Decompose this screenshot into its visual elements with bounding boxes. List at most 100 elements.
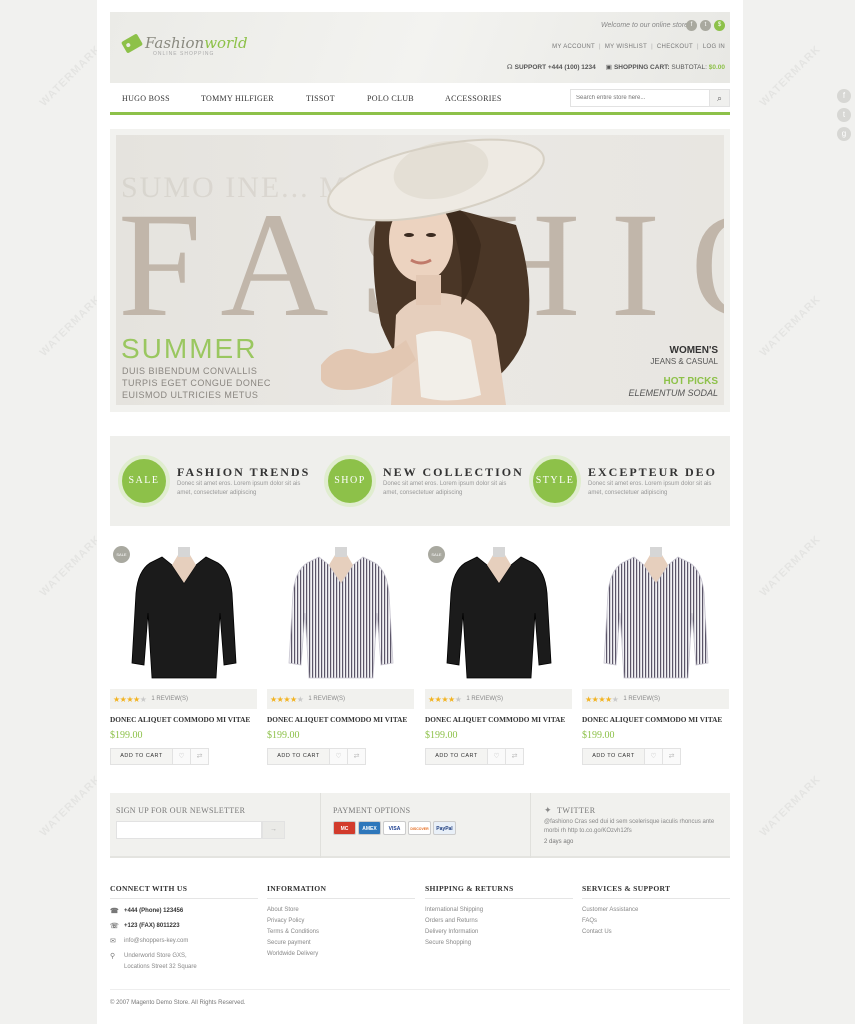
support-phone: SUPPORT +444 (100) 1234 <box>514 64 596 71</box>
womens-title: WOMEN'S <box>669 345 719 356</box>
product-name[interactable]: DONEC ALIQUET COMMODO MI VITAE <box>582 715 722 724</box>
login-link[interactable]: LOG IN <box>703 44 725 50</box>
divider <box>320 793 321 858</box>
rating-bar: ★★★★★ 1 REVIEW(S) <box>110 689 257 709</box>
summer-line: EUISMOD ULTRICIES METUS <box>122 390 259 400</box>
compare-button[interactable]: ⇄ <box>348 748 366 765</box>
product-name[interactable]: DONEC ALIQUET COMMODO MI VITAE <box>110 715 250 724</box>
tweet-text[interactable]: @fashiono Cras sed dui id sem scelerisqu… <box>544 818 728 836</box>
footer-link[interactable]: International Shipping <box>425 905 573 916</box>
search-button[interactable]: ⌕ <box>709 90 729 106</box>
heart-icon: ♡ <box>493 753 500 760</box>
product-name[interactable]: DONEC ALIQUET COMMODO MI VITAE <box>425 715 565 724</box>
product-card[interactable]: ★★★★★ 1 REVIEW(S) DONEC ALIQUET COMMODO MI… <box>267 543 414 765</box>
add-to-cart-button[interactable]: ADD TO CART <box>110 748 173 765</box>
contact-email[interactable]: ✉ info@shoppers-key.com <box>110 936 258 947</box>
nav-accessories[interactable]: ACCESSORIES <box>445 94 502 103</box>
hero-banner[interactable]: SUMO INE... MPLECTITU FASHIO <box>116 135 724 405</box>
watermark-text: WATERMARK <box>37 533 104 599</box>
review-count[interactable]: 1 REVIEW(S) <box>623 696 660 702</box>
my-account-link[interactable]: MY ACCOUNT <box>552 44 595 50</box>
site-logo[interactable]: Fashionworld ONLINE SHOPPING <box>120 32 248 57</box>
nav-tissot[interactable]: TISSOT <box>306 94 335 103</box>
compare-button[interactable]: ⇄ <box>506 748 524 765</box>
twitter-icon[interactable]: t <box>700 20 711 31</box>
product-price: $199.00 <box>267 730 300 741</box>
footer-links: International Shipping Orders and Return… <box>425 905 573 949</box>
footer-link[interactable]: Worldwide Delivery <box>267 949 415 960</box>
star-rating-icon: ★★★★★ <box>113 694 147 704</box>
watermark-text: WATERMARK <box>757 533 824 599</box>
product-image[interactable]: SALE <box>425 543 572 683</box>
arrow-right-icon: → <box>270 826 277 833</box>
footer-link[interactable]: Terms & Conditions <box>267 927 415 938</box>
watermark-text: WATERMARK <box>757 43 824 109</box>
compare-button[interactable]: ⇄ <box>191 748 209 765</box>
search-input[interactable] <box>571 90 709 106</box>
compare-button[interactable]: ⇄ <box>663 748 681 765</box>
features-strip: SALE FASHION TRENDS Donec sit amet eros.… <box>110 436 730 526</box>
nav-hugo-boss[interactable]: HUGO BOSS <box>122 94 170 103</box>
twitter-icon[interactable]: t <box>837 108 851 122</box>
wishlist-button[interactable]: ♡ <box>173 748 191 765</box>
product-image[interactable] <box>267 543 414 683</box>
shopping-cart-summary[interactable]: ▣ SHOPPING CART: SUBTOTAL: $0.00 <box>606 63 725 71</box>
nav-tommy-hilfiger[interactable]: TOMMY HILFIGER <box>201 94 274 103</box>
address-line: Locations Street 32 Square <box>124 964 197 970</box>
my-wishlist-link[interactable]: MY WISHLIST <box>605 44 647 50</box>
copyright-text: © 2007 Magento Demo Store. All Rights Re… <box>110 989 730 1006</box>
facebook-icon[interactable]: f <box>837 89 851 103</box>
search-box: ⌕ <box>570 89 730 107</box>
paypal-icon: PayPal <box>433 821 456 835</box>
checkout-link[interactable]: CHECKOUT <box>657 44 693 50</box>
footer-link[interactable]: Privacy Policy <box>267 916 415 927</box>
feature-title: NEW COLLECTION <box>383 465 524 479</box>
main-navigation: HUGO BOSS TOMMY HILFIGER TISSOT POLO CLU… <box>110 87 730 115</box>
review-count[interactable]: 1 REVIEW(S) <box>466 696 503 702</box>
footer-link[interactable]: FAQs <box>582 916 730 927</box>
footer-link[interactable]: Secure payment <box>267 938 415 949</box>
location-pin-icon: ⚲ <box>110 953 116 960</box>
facebook-icon[interactable]: f <box>686 20 697 31</box>
review-count[interactable]: 1 REVIEW(S) <box>308 696 345 702</box>
footer-link[interactable]: Orders and Returns <box>425 916 573 927</box>
twitter-title-text: TWITTER <box>557 806 596 815</box>
watermark-text: WATERMARK <box>37 43 104 109</box>
nav-polo-club[interactable]: POLO CLUB <box>367 94 414 103</box>
add-to-cart-button[interactable]: ADD TO CART <box>582 748 645 765</box>
footer-link[interactable]: Contact Us <box>582 927 730 938</box>
summer-line: TURPIS EGET CONGUE DONEC <box>122 378 271 388</box>
add-to-cart-button[interactable]: ADD TO CART <box>267 748 330 765</box>
product-name[interactable]: DONEC ALIQUET COMMODO MI VITAE <box>267 715 407 724</box>
newsletter-submit-button[interactable]: → <box>262 821 285 839</box>
phone-text: +444 (Phone) 123456 <box>124 908 184 914</box>
add-to-cart-button[interactable]: ADD TO CART <box>425 748 488 765</box>
logo-main-text: Fashion <box>145 34 205 52</box>
google-icon[interactable]: g <box>837 127 851 141</box>
sale-badge: SALE <box>113 546 130 563</box>
wishlist-button[interactable]: ♡ <box>488 748 506 765</box>
discover-icon: DISCOVER <box>408 821 431 835</box>
wishlist-button[interactable]: ♡ <box>330 748 348 765</box>
product-price: $199.00 <box>110 730 143 741</box>
footer-links: Customer Assistance FAQs Contact Us <box>582 905 730 938</box>
watermark-text: WATERMARK <box>757 293 824 359</box>
product-card[interactable]: SALE ★★★★★ 1 REVIEW(S) DONEC ALIQUET COMMOD… <box>110 543 257 765</box>
review-count[interactable]: 1 REVIEW(S) <box>151 696 188 702</box>
cart-total: $0.00 <box>708 64 725 71</box>
footer-link[interactable]: Customer Assistance <box>582 905 730 916</box>
product-image[interactable]: SALE <box>110 543 257 683</box>
footer-link[interactable]: About Store <box>267 905 415 916</box>
product-card[interactable]: ★★★★★ 1 REVIEW(S) DONEC ALIQUET COMMODO MI… <box>582 543 729 765</box>
product-image[interactable] <box>582 543 729 683</box>
google-icon[interactable]: $ <box>714 20 725 31</box>
footer-link[interactable]: Delivery Information <box>425 927 573 938</box>
newsletter-email-input[interactable] <box>116 821 262 839</box>
contact-fax: ☏ +123 (FAX) 8011223 <box>110 921 258 932</box>
footer-link[interactable]: Secure Shopping <box>425 938 573 949</box>
shop-circle: SHOP <box>324 455 376 507</box>
wishlist-button[interactable]: ♡ <box>645 748 663 765</box>
cart-label: SHOPPING CART: <box>613 64 670 71</box>
amex-icon: AMEX <box>358 821 381 835</box>
product-card[interactable]: SALE ★★★★★ 1 REVIEW(S) DONEC ALIQUET COMMOD… <box>425 543 572 765</box>
